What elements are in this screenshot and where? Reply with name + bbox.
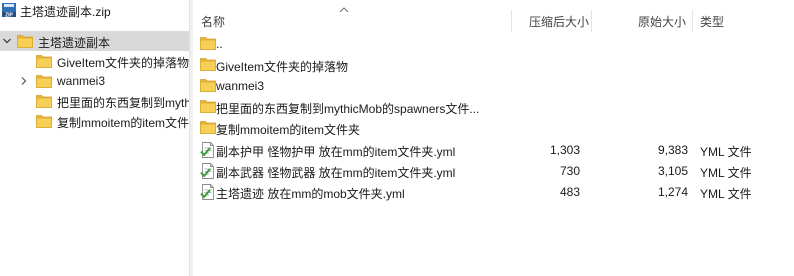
compressed-size: 1,303	[549, 143, 580, 157]
yml-file-icon	[200, 142, 216, 158]
file-list-pane: 名称 压缩后大小 原始大小 类型 .. GiveItem文件夹的掉落物 wanm…	[193, 0, 794, 276]
column-header-original-size[interactable]: 原始大小	[638, 13, 686, 30]
folder-icon	[36, 94, 52, 108]
column-header-type[interactable]: 类型	[700, 13, 724, 30]
tree-item-main-folder[interactable]: 主塔遗迹副本	[0, 31, 189, 51]
tree-item-mmoitem[interactable]: 复制mmoitem的item文件夹	[0, 111, 189, 131]
folder-icon	[17, 34, 33, 48]
zip-archive-icon: ZIP	[1, 2, 17, 21]
file-row[interactable]: 副本武器 怪物武器 放在mm的item文件夹.yml 730 3,105 YML…	[193, 161, 794, 182]
file-type: YML 文件	[700, 166, 752, 180]
file-name: 主塔遗迹 放在mm的mob文件夹.yml	[216, 187, 405, 201]
folder-icon	[36, 74, 52, 88]
column-divider[interactable]	[591, 10, 592, 32]
file-row[interactable]: 副本护甲 怪物护甲 放在mm的item文件夹.yml 1,303 9,383 Y…	[193, 140, 794, 161]
chevron-down-icon[interactable]	[1, 35, 13, 47]
file-row[interactable]: 复制mmoitem的item文件夹	[193, 118, 794, 139]
tree-item-label: 复制mmoitem的item文件夹	[57, 116, 189, 130]
sort-ascending-icon	[339, 7, 349, 13]
file-name: ..	[216, 37, 223, 51]
folder-tree-pane: ZIP 主塔遗迹副本.zip 主塔遗迹副本 GiveItem文件夹的掉落物 wa…	[0, 0, 189, 276]
file-row[interactable]: 把里面的东西复制到mythicMob的spawners文件...	[193, 97, 794, 118]
file-type: YML 文件	[700, 145, 752, 159]
folder-icon	[200, 120, 216, 134]
original-size: 9,383	[657, 143, 688, 157]
file-name: GiveItem文件夹的掉落物	[216, 60, 349, 74]
column-header-compressed-size[interactable]: 压缩后大小	[529, 13, 589, 30]
column-divider[interactable]	[511, 10, 512, 32]
svg-text:ZIP: ZIP	[5, 13, 13, 18]
chevron-right-icon[interactable]	[18, 75, 30, 87]
file-name: 副本武器 怪物武器 放在mm的item文件夹.yml	[216, 166, 456, 180]
tree-item-spawners[interactable]: 把里面的东西复制到mythicMob的spawners文件夹	[0, 91, 189, 111]
file-name: wanmei3	[216, 79, 265, 93]
folder-icon	[200, 99, 216, 113]
tree-item-wanmei3[interactable]: wanmei3	[0, 71, 189, 91]
tree-item-label: wanmei3	[57, 74, 106, 88]
yml-file-icon	[200, 163, 216, 179]
folder-icon	[200, 57, 216, 71]
column-header-row: 名称 压缩后大小 原始大小 类型	[193, 7, 794, 32]
tree-item-label: 把里面的东西复制到mythicMob的spawners文件夹	[57, 96, 189, 110]
file-row[interactable]: wanmei3	[193, 76, 794, 97]
column-divider[interactable]	[692, 10, 693, 32]
folder-icon	[36, 114, 52, 128]
compressed-size: 730	[559, 164, 580, 178]
tree-item-label: 主塔遗迹副本	[38, 36, 111, 50]
original-size: 3,105	[657, 164, 688, 178]
file-name: 把里面的东西复制到mythicMob的spawners文件...	[216, 102, 480, 116]
file-row[interactable]: GiveItem文件夹的掉落物	[193, 55, 794, 76]
file-row[interactable]: 主塔遗迹 放在mm的mob文件夹.yml 483 1,274 YML 文件	[193, 182, 794, 203]
file-name: 复制mmoitem的item文件夹	[216, 123, 361, 137]
file-name: 副本护甲 怪物护甲 放在mm的item文件夹.yml	[216, 145, 456, 159]
file-row[interactable]: ..	[193, 34, 794, 55]
compressed-size: 483	[559, 185, 580, 199]
tree-item-giveitem[interactable]: GiveItem文件夹的掉落物	[0, 51, 189, 71]
tree-item-label: GiveItem文件夹的掉落物	[57, 56, 189, 70]
original-size: 1,274	[657, 185, 688, 199]
tree-item-zip-root[interactable]: ZIP 主塔遗迹副本.zip	[0, 0, 189, 20]
folder-icon	[200, 36, 216, 50]
file-type: YML 文件	[700, 187, 752, 201]
folder-icon	[200, 78, 216, 92]
yml-file-icon	[200, 184, 216, 200]
tree-item-label: 主塔遗迹副本.zip	[20, 5, 111, 19]
column-header-name[interactable]: 名称	[201, 13, 225, 30]
folder-icon	[36, 54, 52, 68]
